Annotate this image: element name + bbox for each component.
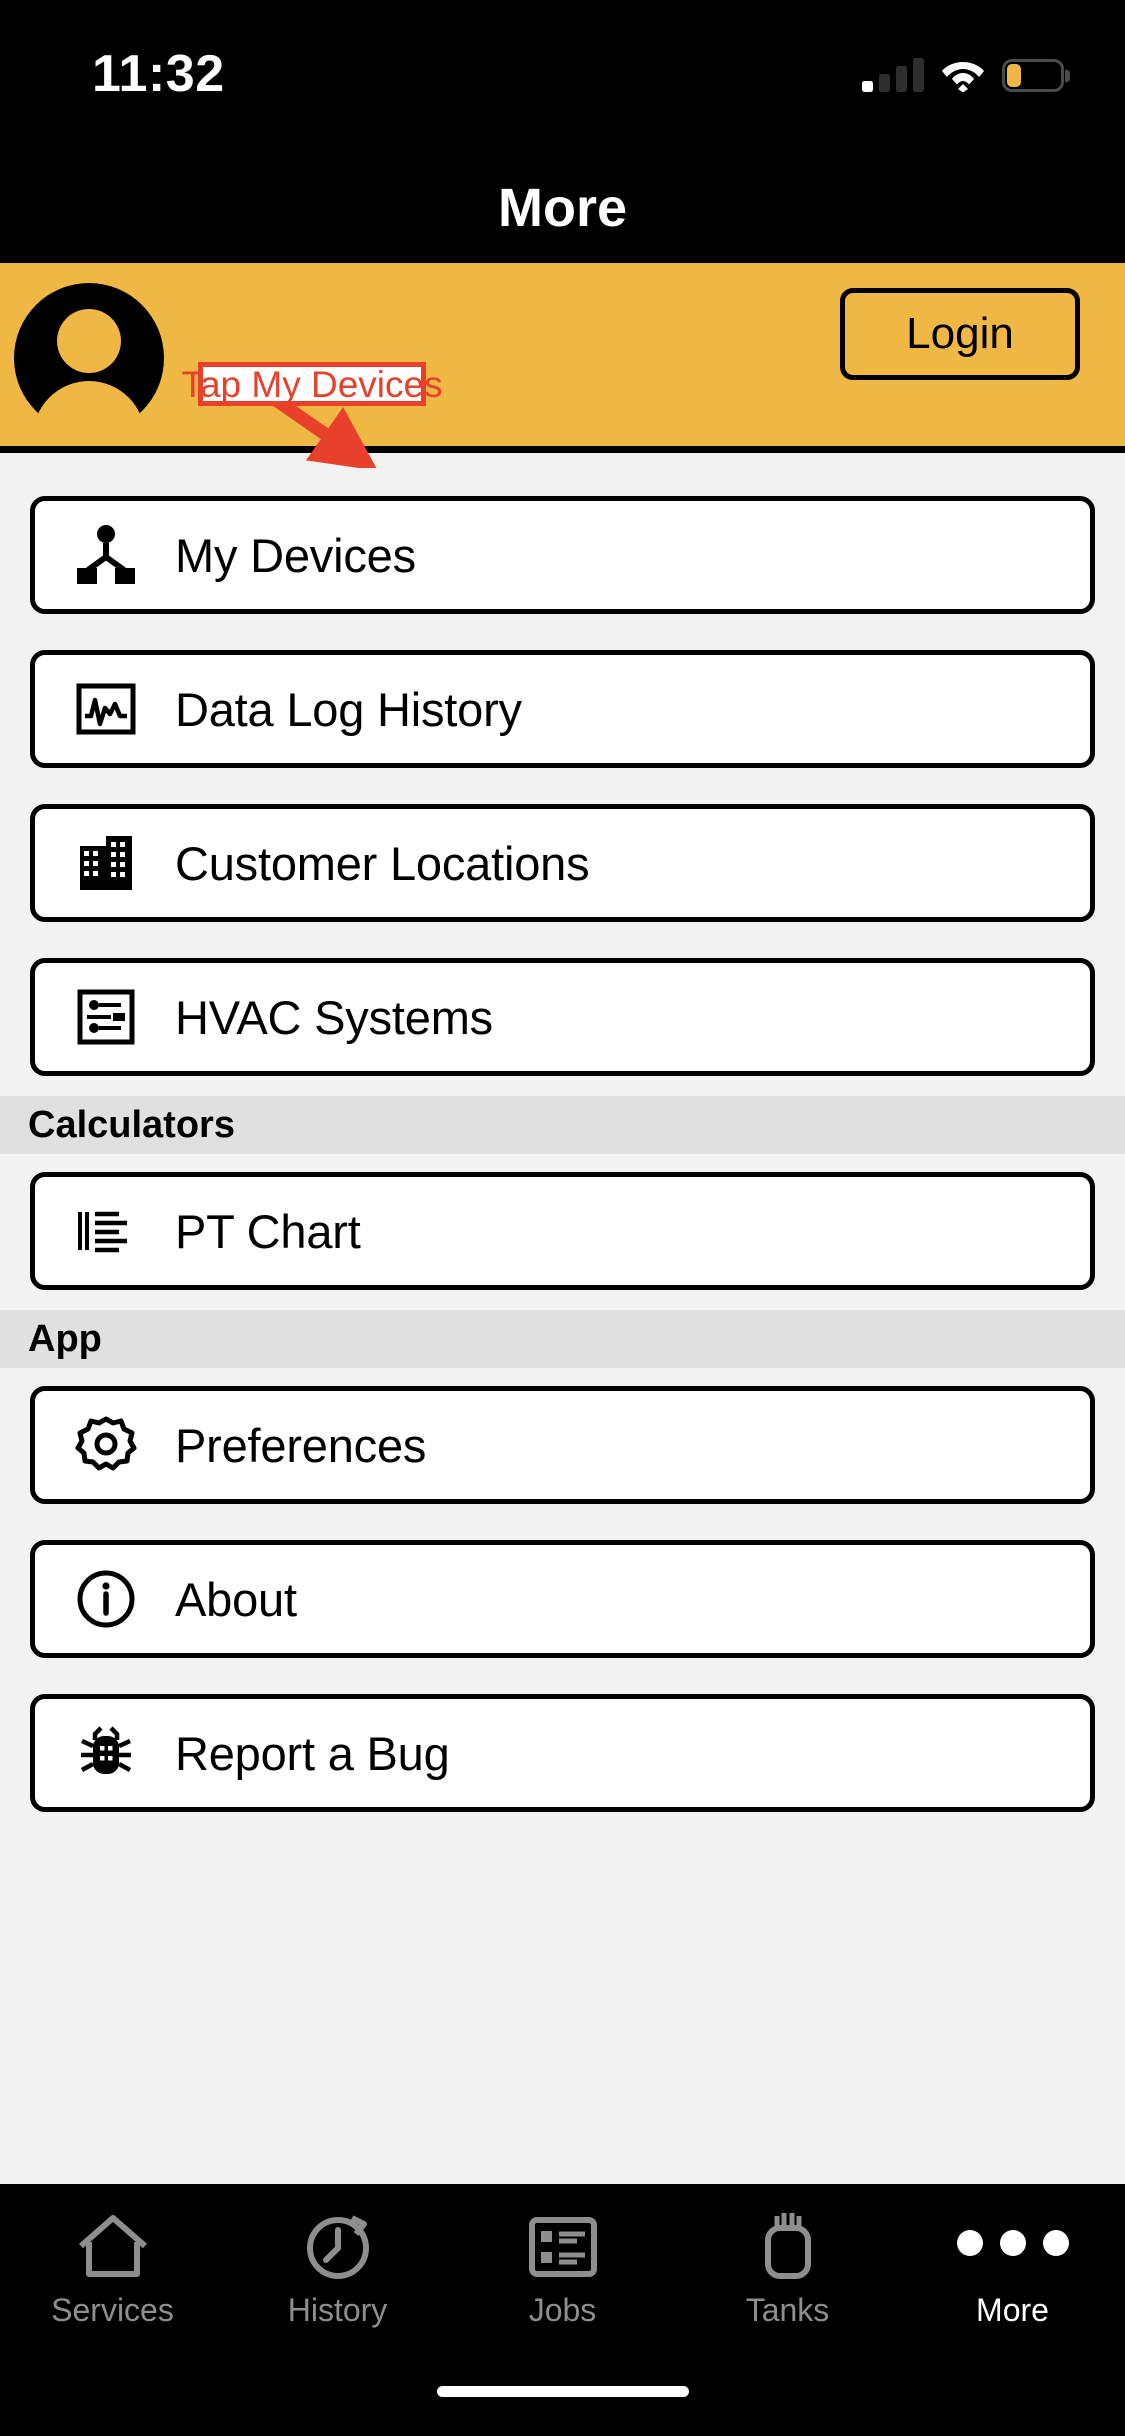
user-avatar-icon[interactable] bbox=[14, 283, 164, 433]
tank-cylinder-icon bbox=[750, 2204, 826, 2282]
home-icon bbox=[75, 2204, 151, 2282]
wifi-icon bbox=[941, 58, 985, 92]
list-item-label: Preferences bbox=[175, 1418, 426, 1473]
section-header-app: App bbox=[0, 1310, 1125, 1368]
page-title: More bbox=[0, 177, 1125, 239]
status-bar: 11:32 bbox=[0, 0, 1125, 163]
down-right-arrow-icon bbox=[270, 398, 400, 468]
list-item-data-log-history[interactable]: Data Log History bbox=[30, 650, 1095, 768]
info-circle-icon bbox=[73, 1566, 139, 1632]
section-header-label: App bbox=[28, 1318, 102, 1361]
list-item-label: PT Chart bbox=[175, 1204, 361, 1259]
account-header: Login bbox=[0, 263, 1125, 453]
bug-icon bbox=[73, 1720, 139, 1786]
annotation-callout: Tap My Devices bbox=[198, 362, 426, 406]
tab-history[interactable]: History bbox=[225, 2204, 450, 2374]
list-item-label: Report a Bug bbox=[175, 1726, 450, 1781]
list-item-hvac-systems[interactable]: HVAC Systems bbox=[30, 958, 1095, 1076]
list-item-label: About bbox=[175, 1572, 297, 1627]
hvac-control-panel-icon bbox=[73, 984, 139, 1050]
bottom-tab-bar: Services History bbox=[0, 2184, 1125, 2436]
tab-services[interactable]: Services bbox=[0, 2204, 225, 2374]
list-item-about[interactable]: About bbox=[30, 1540, 1095, 1658]
status-bar-time: 11:32 bbox=[92, 44, 225, 104]
gear-icon bbox=[73, 1412, 139, 1478]
list-item-label: HVAC Systems bbox=[175, 990, 493, 1045]
battery-low-power-icon bbox=[1002, 59, 1070, 92]
tab-label: More bbox=[976, 2292, 1049, 2329]
tab-more[interactable]: More bbox=[900, 2204, 1125, 2374]
waveform-monitor-icon bbox=[73, 676, 139, 742]
tab-label: Jobs bbox=[529, 2292, 597, 2329]
list-item-label: My Devices bbox=[175, 528, 416, 583]
navigation-bar: More bbox=[0, 163, 1125, 263]
home-indicator[interactable] bbox=[437, 2386, 689, 2397]
tab-label: History bbox=[288, 2292, 388, 2329]
list-item-pt-chart[interactable]: PT Chart bbox=[30, 1172, 1095, 1290]
list-item-label: Data Log History bbox=[175, 682, 522, 737]
list-item-customer-locations[interactable]: Customer Locations bbox=[30, 804, 1095, 922]
list-item-preferences[interactable]: Preferences bbox=[30, 1386, 1095, 1504]
tab-label: Tanks bbox=[746, 2292, 830, 2329]
tab-bar-safe-area bbox=[0, 2408, 1125, 2436]
list-item-report-a-bug[interactable]: Report a Bug bbox=[30, 1694, 1095, 1812]
tab-tanks[interactable]: Tanks bbox=[675, 2204, 900, 2374]
annotation-text: Tap My Devices bbox=[181, 366, 442, 403]
cellular-signal-icon bbox=[862, 58, 924, 92]
section-header-calculators: Calculators bbox=[0, 1096, 1125, 1154]
chart-lines-icon bbox=[73, 1198, 139, 1264]
clock-arrow-icon bbox=[300, 2204, 376, 2282]
tab-label: Services bbox=[51, 2292, 174, 2329]
more-menu-list: My Devices Data Log History bbox=[0, 453, 1125, 2408]
list-checklist-icon bbox=[525, 2204, 601, 2282]
login-button[interactable]: Login bbox=[840, 288, 1080, 380]
network-nodes-icon bbox=[73, 522, 139, 588]
three-dots-icon bbox=[957, 2204, 1069, 2282]
list-item-label: Customer Locations bbox=[175, 836, 589, 891]
status-bar-indicators bbox=[862, 48, 1070, 92]
section-header-label: Calculators bbox=[28, 1104, 235, 1147]
tab-jobs[interactable]: Jobs bbox=[450, 2204, 675, 2374]
list-item-my-devices[interactable]: My Devices bbox=[30, 496, 1095, 614]
building-icon bbox=[73, 830, 139, 896]
